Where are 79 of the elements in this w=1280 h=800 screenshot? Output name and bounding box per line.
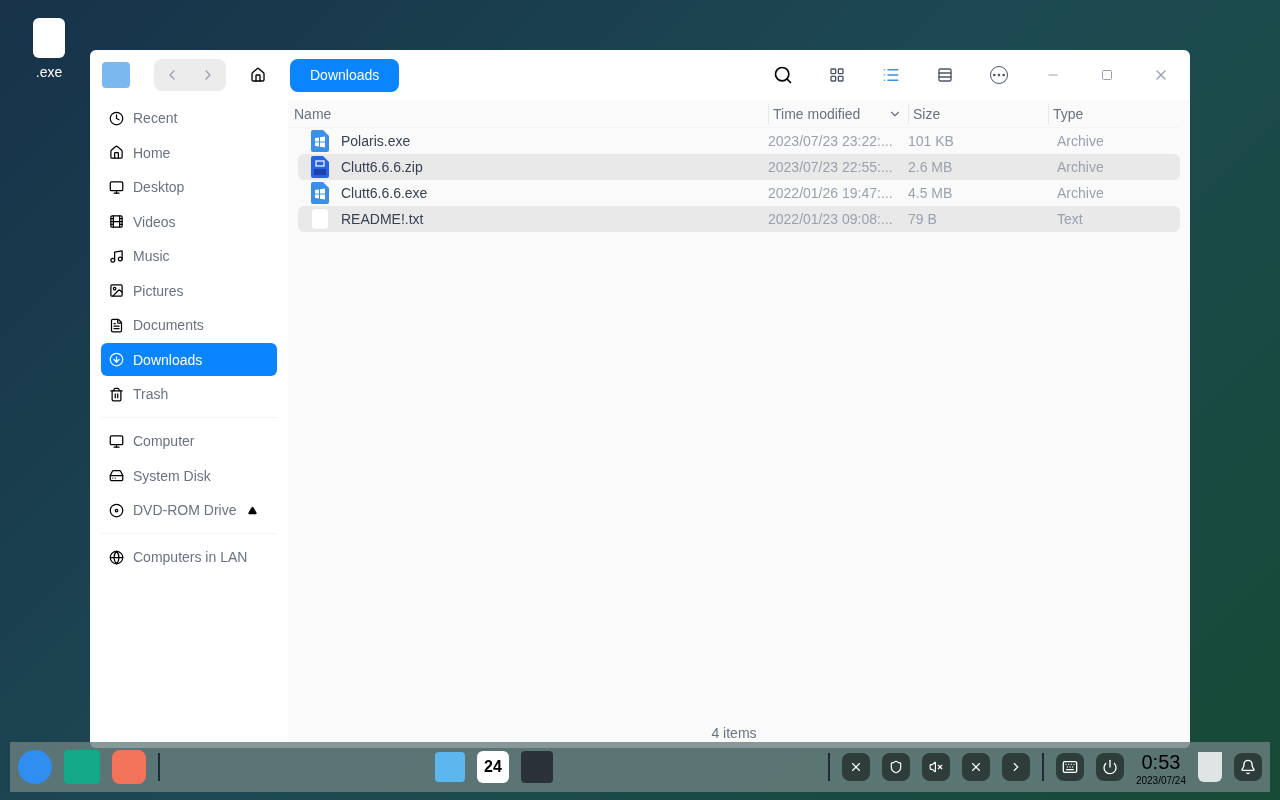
network-icon xyxy=(109,549,124,565)
item-count: 4 items xyxy=(711,724,757,743)
sidebar-item[interactable]: Desktop xyxy=(101,170,277,204)
shield-button[interactable] xyxy=(881,753,910,781)
clock-time[interactable]: 0:53 xyxy=(1141,748,1181,776)
size-cell-text: 4.5 MB xyxy=(908,184,954,203)
image-icon xyxy=(109,283,124,298)
windows-file-icon xyxy=(311,130,329,152)
home-icon xyxy=(250,67,266,83)
sidebar-item[interactable]: Pictures xyxy=(101,274,277,307)
expand-button[interactable] xyxy=(1001,753,1030,781)
sidebar-item[interactable]: Computer xyxy=(101,424,277,458)
sidebar-item[interactable]: System Disk xyxy=(101,459,277,492)
home-icon xyxy=(109,145,124,160)
breadcrumb[interactable]: Downloads xyxy=(290,58,400,92)
file-name: Clutt6.6.6.exe xyxy=(341,184,428,203)
type-cell-text: Archive xyxy=(1056,158,1105,177)
sidebar-item[interactable]: Music xyxy=(101,239,277,273)
size-cell-text: 2.6 MB xyxy=(908,158,954,177)
clock-date[interactable]: 2023/07/24 xyxy=(1135,776,1186,786)
type-cell-text: Archive xyxy=(1056,184,1105,203)
eject-icon[interactable] xyxy=(248,505,257,515)
zip-file-icon xyxy=(311,156,329,178)
time-cell-text: 2022/01/23 09:08:... xyxy=(768,210,894,229)
disc-icon xyxy=(109,502,124,518)
network-off-button[interactable] xyxy=(961,753,990,781)
sidebar-item[interactable]: Documents xyxy=(101,308,277,342)
desktop-icon xyxy=(109,179,124,195)
music-icon xyxy=(109,248,124,264)
file-name: README!.txt xyxy=(341,210,424,229)
file-row[interactable]: Clutt6.6.6.exe 2022/01/26 19:47:... 4.5 MB Archive xyxy=(298,180,1180,206)
keyboard-button[interactable] xyxy=(1055,753,1084,781)
grid-icon xyxy=(829,67,845,83)
column-header[interactable]: Time modified xyxy=(768,103,908,124)
desktop-icon-label[interactable]: .exe xyxy=(35,62,63,82)
windows-file-icon xyxy=(311,182,329,204)
rows-icon xyxy=(937,67,953,83)
sidebar-item[interactable]: Computers in LAN xyxy=(101,540,277,574)
clock-icon xyxy=(109,110,124,126)
column-header[interactable]: Size xyxy=(908,103,1048,124)
time-cell-text: 2023/07/23 22:55:... xyxy=(768,158,894,177)
file-name: Clutt6.6.6.zip xyxy=(341,158,423,177)
keyboard-icon xyxy=(1061,759,1078,775)
monitor-icon xyxy=(109,433,124,449)
file-icon[interactable] xyxy=(33,18,65,58)
document-icon xyxy=(311,208,329,230)
calendar-icon[interactable]: 24 xyxy=(476,751,509,783)
sidebar-item[interactable]: Home xyxy=(101,136,277,169)
sidebar-item[interactable]: Recent xyxy=(101,101,277,135)
sidebar-item[interactable]: Trash xyxy=(101,377,277,411)
doc-icon xyxy=(109,317,124,333)
file-row[interactable]: Polaris.exe 2023/07/23 23:22:... 101 KB Archive xyxy=(298,128,1180,154)
time-cell-text: 2022/01/26 19:47:... xyxy=(768,184,894,203)
file-row[interactable]: Clutt6.6.6.zip 2023/07/23 22:55:... 2.6 MB Archive xyxy=(298,154,1180,180)
notification-button[interactable] xyxy=(1234,753,1262,781)
tray-button[interactable] xyxy=(841,753,870,781)
bell-icon xyxy=(1240,759,1256,775)
search-icon xyxy=(773,65,793,85)
power-icon xyxy=(1101,759,1118,775)
file-name: Polaris.exe xyxy=(341,132,411,151)
download-icon xyxy=(109,352,124,367)
mute-button[interactable] xyxy=(921,753,950,781)
power-button[interactable] xyxy=(1095,753,1124,781)
file-row[interactable]: README!.txt 2022/01/23 09:08:... 79 B Text xyxy=(298,206,1180,232)
type-cell-text: Archive xyxy=(1056,132,1105,151)
time-cell-text: 2023/07/23 23:22:... xyxy=(768,132,894,151)
column-header[interactable]: Type xyxy=(1048,103,1180,124)
size-cell-text: 79 B xyxy=(908,210,938,229)
list-icon xyxy=(882,66,900,84)
type-cell-text: Text xyxy=(1056,210,1084,229)
sidebar-item[interactable]: Downloads xyxy=(101,343,277,376)
mute-icon xyxy=(928,760,943,774)
film-icon xyxy=(109,214,124,229)
maximize-icon xyxy=(1101,69,1113,81)
sidebar-item[interactable]: DVD-ROM Drive xyxy=(101,493,277,527)
sidebar-item[interactable]: Videos xyxy=(101,205,277,238)
column-header[interactable]: Name xyxy=(288,103,768,124)
shield-icon xyxy=(888,760,903,774)
size-cell-text: 101 KB xyxy=(908,132,955,151)
